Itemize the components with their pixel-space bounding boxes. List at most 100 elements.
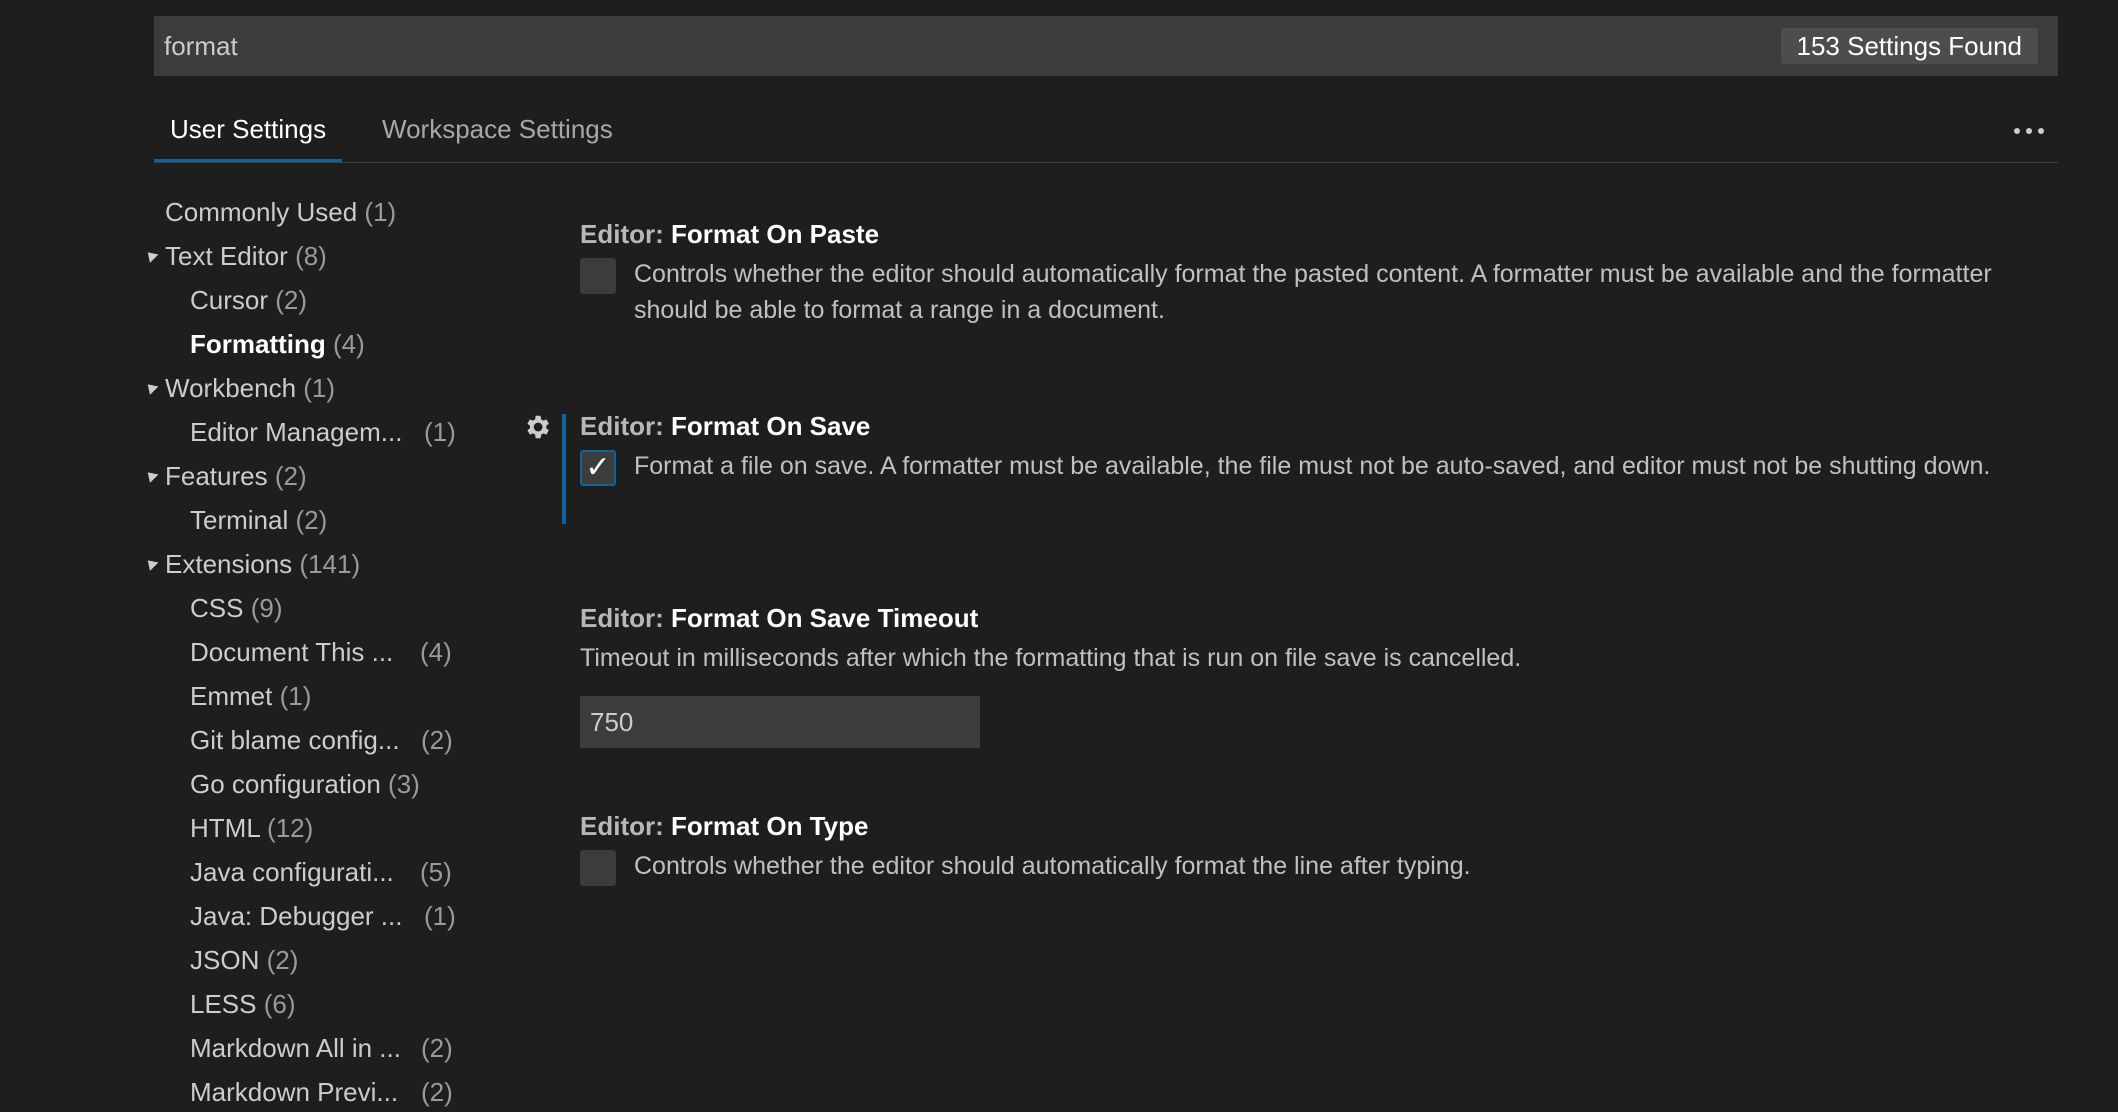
toc-item-count: (2) [275, 285, 308, 315]
toc-item-features[interactable]: Features (2) [143, 456, 307, 496]
modified-indicator [562, 414, 566, 524]
toc-item-label: Markdown All in ... [190, 1033, 401, 1063]
toc-item-count: (9) [250, 593, 283, 623]
toc-item-label: Extensions [165, 549, 293, 579]
toc-item-count: (2) [421, 725, 453, 755]
toc-item-count: (2) [266, 945, 299, 975]
toc-item-markdown-preview[interactable]: Markdown Previ... (2) [190, 1072, 550, 1112]
toc-item-cursor[interactable]: Cursor (2) [190, 280, 307, 320]
toc-item-label: Workbench [165, 373, 297, 403]
toc-item-formatting[interactable]: Formatting (4) [190, 324, 365, 364]
toc-item-label: Formatting [190, 329, 326, 359]
toc-item-count: (1) [279, 681, 312, 711]
toc-item-label: Features [165, 461, 268, 491]
toc-item-label: JSON [190, 945, 260, 975]
expanded-triangle-icon[interactable] [143, 556, 159, 571]
toc-item-commonly-used[interactable]: Commonly Used (1) [165, 192, 396, 232]
toc-item-css[interactable]: CSS (9) [190, 588, 282, 628]
format-on-save-timeout-input[interactable] [580, 696, 980, 748]
toc-item-count: (1) [424, 417, 456, 447]
format-on-paste-checkbox[interactable] [580, 258, 616, 294]
toc-item-label: Text Editor [165, 241, 288, 271]
toc-item-emmet[interactable]: Emmet (1) [190, 676, 311, 716]
toc-item-editor-management[interactable]: Editor Managem... (1) [190, 412, 550, 452]
setting-description: Timeout in milliseconds after which the … [580, 644, 1522, 672]
toc-item-count: (6) [263, 989, 296, 1019]
setting-category: Editor: [580, 411, 664, 441]
toc-item-count: (1) [424, 901, 456, 931]
tab-workspace-settings[interactable]: Workspace Settings [372, 106, 623, 162]
expanded-triangle-icon[interactable] [143, 468, 159, 483]
toc-item-count: (4) [420, 637, 452, 667]
toc-item-label: Java configurati... [190, 857, 394, 887]
setting-description: Controls whether the editor should autom… [634, 852, 1471, 880]
toc-item-workbench[interactable]: Workbench (1) [143, 368, 336, 408]
settings-tabs: User Settings Workspace Settings [154, 106, 2058, 163]
toc-item-html[interactable]: HTML (12) [190, 808, 313, 848]
toc-item-text-editor[interactable]: Text Editor (8) [143, 236, 327, 276]
toc-item-label: Document This ... [190, 637, 394, 667]
setting-category: Editor: [580, 811, 664, 841]
toc-item-label: LESS [190, 989, 257, 1019]
setting-checkbox-row: Controls whether the editor should autom… [580, 848, 2000, 886]
toc-item-label: Go configuration [190, 769, 381, 799]
toc-item-markdown-all-in-one[interactable]: Markdown All in ... (2) [190, 1028, 550, 1068]
toc-item-count: (2) [421, 1033, 453, 1063]
toc-item-label: Markdown Previ... [190, 1077, 399, 1107]
results-count-badge: 153 Settings Found [1780, 28, 2038, 64]
setting-checkbox-row: ✓ Format a file on save. A formatter mus… [580, 448, 2000, 486]
expanded-triangle-icon[interactable] [143, 380, 159, 395]
toc-item-less[interactable]: LESS (6) [190, 984, 296, 1024]
toc-item-go-configuration[interactable]: Go configuration (3) [190, 764, 420, 804]
toc-item-count: (1) [303, 373, 336, 403]
toc-item-java-configuration[interactable]: Java configurati... (5) [190, 852, 550, 892]
toc-item-count: (5) [420, 857, 452, 887]
toc-item-count: (2) [421, 1077, 453, 1107]
toc-item-count: (8) [295, 241, 327, 271]
search-bar: 153 Settings Found [154, 16, 2058, 76]
setting-format-on-save-timeout: Editor: Format On Save Timeout Timeout i… [580, 600, 2000, 748]
toc-item-json[interactable]: JSON (2) [190, 940, 298, 980]
toc-item-count: (2) [274, 461, 307, 491]
toc-item-java-debugger[interactable]: Java: Debugger ... (1) [190, 896, 550, 936]
setting-title: Editor: Format On Type [580, 808, 2000, 844]
toc-item-label: Java: Debugger ... [190, 901, 403, 931]
toc-item-label: CSS [190, 593, 244, 623]
setting-description: Controls whether the editor should autom… [634, 260, 1992, 324]
toc-item-label: Editor Managem... [190, 417, 403, 447]
setting-key: Format On Paste [671, 219, 880, 249]
expanded-triangle-icon[interactable] [143, 248, 159, 263]
setting-checkbox-row: Controls whether the editor should autom… [580, 256, 2000, 328]
toc-item-label: Terminal [190, 505, 289, 535]
gear-icon[interactable] [522, 412, 552, 442]
toc-item-count: (4) [333, 329, 365, 359]
setting-key: Format On Save Timeout [671, 603, 979, 633]
settings-editor: 153 Settings Found User Settings Workspa… [0, 0, 2118, 1112]
toc-item-count: (3) [388, 769, 420, 799]
setting-format-on-save: Editor: Format On Save ✓ Format a file o… [580, 408, 2000, 486]
setting-category: Editor: [580, 219, 664, 249]
toc-item-count: (2) [295, 505, 328, 535]
setting-title: Editor: Format On Save Timeout [580, 600, 2000, 636]
toc-item-git-blame[interactable]: Git blame config... (2) [190, 720, 550, 760]
setting-title: Editor: Format On Save [580, 408, 2000, 444]
toc-item-label: Cursor [190, 285, 269, 315]
toc-item-document-this[interactable]: Document This ... (4) [190, 632, 550, 672]
toc-item-count: (1) [364, 197, 397, 227]
toc-item-terminal[interactable]: Terminal (2) [190, 500, 327, 540]
setting-format-on-type: Editor: Format On Type Controls whether … [580, 808, 2000, 886]
format-on-type-checkbox[interactable] [580, 850, 616, 886]
setting-title: Editor: Format On Paste [580, 216, 2000, 252]
setting-format-on-paste: Editor: Format On Paste Controls whether… [580, 216, 2000, 328]
ellipsis-icon[interactable] [2014, 116, 2044, 146]
setting-description: Format a file on save. A formatter must … [634, 452, 1991, 480]
format-on-save-checkbox[interactable]: ✓ [580, 450, 616, 486]
toc-item-label: Git blame config... [190, 725, 400, 755]
toc-item-extensions[interactable]: Extensions (141) [143, 544, 361, 584]
toc-item-count: (141) [299, 549, 361, 579]
toc-item-label: Emmet [190, 681, 273, 711]
toc-item-label: Commonly Used [165, 197, 358, 227]
tab-user-settings[interactable]: User Settings [154, 106, 343, 162]
search-input[interactable] [164, 16, 1764, 76]
toc-item-label: HTML [190, 813, 260, 843]
